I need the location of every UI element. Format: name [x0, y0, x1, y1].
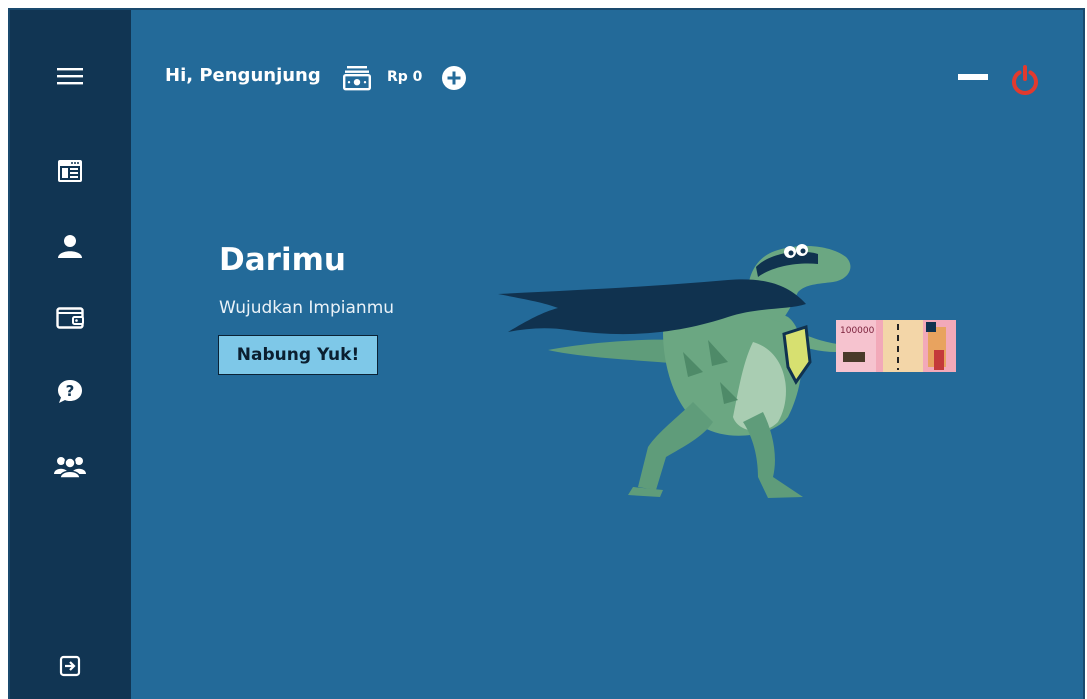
greeting-text: Hi, Pengunjung — [165, 65, 321, 86]
nabung-button[interactable]: Nabung Yuk! — [218, 335, 378, 375]
sidebar-item-dashboard[interactable] — [54, 155, 86, 187]
menu-button[interactable] — [54, 60, 86, 92]
power-icon[interactable] — [1011, 65, 1039, 95]
svg-text:?: ? — [66, 382, 75, 400]
calendar-icon — [58, 160, 82, 182]
balance-amount: Rp 0 — [387, 69, 423, 85]
app-window: ? Hi, Pengunjung Rp 0 Darimu Wujudkan Im… — [8, 8, 1085, 699]
top-bar: Hi, Pengunjung Rp 0 — [131, 10, 1083, 140]
sign-out-icon — [59, 655, 81, 677]
money-icon — [343, 66, 371, 91]
sidebar-item-profile[interactable] — [54, 230, 86, 262]
sidebar-item-help[interactable]: ? — [54, 376, 86, 408]
sidebar-item-community[interactable] — [54, 450, 86, 482]
logout-button[interactable] — [54, 650, 86, 682]
user-icon — [58, 235, 82, 258]
wallet-icon — [56, 307, 84, 329]
hero-title: Darimu — [219, 242, 346, 278]
banknote-value: 100000 — [840, 326, 875, 336]
hero-subtitle: Wujudkan Impianmu — [219, 298, 395, 318]
minimize-icon[interactable] — [958, 74, 988, 80]
hamburger-icon — [57, 68, 83, 85]
sidebar-item-wallet[interactable] — [54, 302, 86, 334]
sidebar: ? — [10, 10, 131, 699]
dinosaur-illustration: 100000 — [498, 244, 956, 498]
question-icon: ? — [58, 380, 82, 403]
group-icon — [54, 457, 86, 478]
plus-circle-icon[interactable] — [442, 66, 466, 90]
